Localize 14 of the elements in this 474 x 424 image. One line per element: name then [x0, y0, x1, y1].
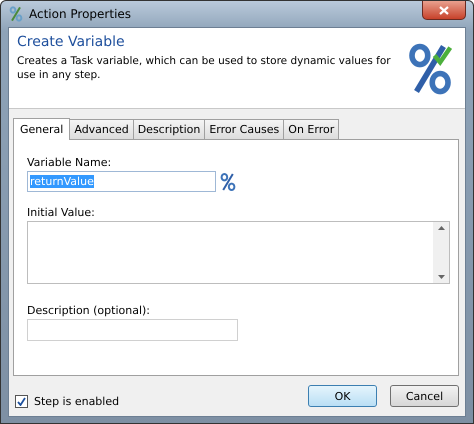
tab[interactable]: General: [13, 118, 70, 140]
dialog-description: Creates a Task variable, which can be used to store dynamic values for use in any step.: [17, 54, 392, 82]
field-label: Initial Value:: [27, 206, 96, 219]
field-label: Variable Name:: [27, 156, 112, 169]
tab[interactable]: On Error: [283, 119, 340, 139]
checkbox-label[interactable]: Step is enabled: [34, 394, 295, 408]
tab[interactable]: Advanced: [69, 119, 134, 139]
tab[interactable]: Error Causes: [204, 119, 284, 139]
field-label: Description (optional):: [27, 304, 152, 317]
dialog-title: Create Variable: [17, 34, 126, 50]
window-title: Action Properties: [29, 7, 132, 21]
dialog-button[interactable]: OK: [308, 385, 377, 407]
dialog-button[interactable]: Cancel: [390, 385, 459, 407]
tab[interactable]: Description: [132, 119, 206, 139]
